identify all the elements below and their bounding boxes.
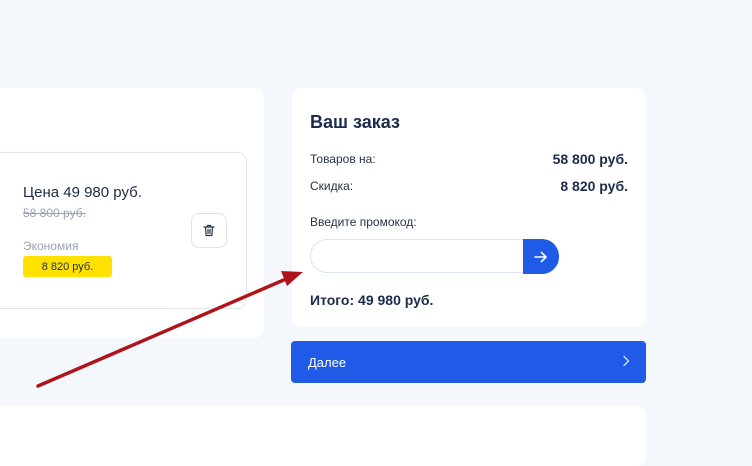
items-total-value: 58 800 руб. [552, 151, 628, 167]
chevron-right-icon [623, 355, 630, 367]
order-total: Итого: 49 980 руб. [310, 292, 434, 308]
next-button[interactable]: Далее [291, 341, 646, 383]
product-price-current: Цена 49 980 руб. [23, 184, 142, 201]
arrow-right-icon [534, 251, 547, 262]
promo-code-input[interactable] [310, 239, 524, 273]
product-price-old: 58 800 руб. [23, 206, 86, 220]
order-title: Ваш заказ [310, 112, 400, 132]
discount-value: 8 820 руб. [560, 178, 628, 194]
promo-submit-button[interactable] [523, 239, 559, 274]
discount-label: Скидка: [310, 179, 354, 193]
delete-item-button[interactable] [191, 213, 227, 248]
savings-label: Экономия [23, 239, 79, 253]
bottom-card [0, 406, 646, 466]
savings-badge: 8 820 руб. [23, 256, 112, 277]
trash-icon [203, 224, 215, 237]
order-summary-card: Ваш заказ Товаров на: 58 800 руб. Скидка… [292, 88, 646, 327]
items-total-label: Товаров на: [310, 152, 376, 166]
next-button-label: Далее [308, 355, 347, 370]
promo-label: Введите промокод: [310, 215, 417, 229]
